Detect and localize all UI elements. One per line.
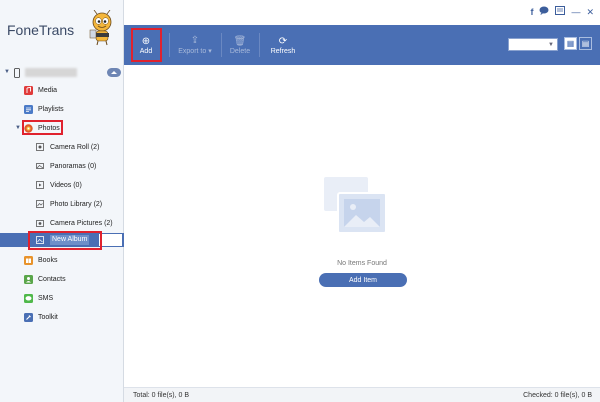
sidebar-label-panoramas: Panoramas (0) (50, 162, 97, 170)
sidebar-item-media[interactable]: Media (0, 83, 124, 97)
sidebar-label-playlists: Playlists (38, 105, 64, 113)
chat-icon[interactable] (539, 6, 549, 17)
trash-icon: 🗑︎ (233, 35, 247, 47)
books-icon (23, 255, 33, 265)
panoramas-icon (35, 161, 45, 171)
status-total: Total: 0 file(s), 0 B (133, 392, 190, 399)
no-photos-icon (324, 177, 387, 234)
sidebar-item-camera-roll[interactable]: Camera Roll (2) (0, 140, 124, 154)
sidebar-item-panoramas[interactable]: Panoramas (0) (0, 159, 124, 173)
sidebar-label-photo-library: Photo Library (2) (50, 200, 103, 208)
status-bar: Total: 0 file(s), 0 B Checked: 0 file(s)… (124, 387, 600, 402)
device-name-redacted (25, 68, 77, 77)
playlists-icon (23, 104, 33, 114)
sidebar-item-books[interactable]: Books (0, 253, 124, 267)
sms-icon (23, 293, 33, 303)
chevron-down-icon: ▼ (548, 42, 554, 48)
app-brand: FoneTrans (7, 22, 75, 38)
device-cloud-icon[interactable] (107, 68, 121, 77)
facebook-icon[interactable]: f (530, 7, 533, 17)
toolbar: ⊕ Add ⇪ Export to ▾ 🗑︎ Delete ⟳ Refresh … (124, 25, 600, 65)
add-item-button[interactable]: Add Item (319, 273, 407, 287)
export-icon: ⇪ (190, 35, 200, 46)
sidebar-item-toolkit[interactable]: Toolkit (0, 310, 124, 324)
sidebar-label-media: Media (38, 86, 58, 94)
contacts-icon (23, 274, 33, 284)
delete-button[interactable]: 🗑︎ Delete (226, 25, 254, 65)
expand-arrow-icon[interactable]: ▼ (4, 69, 10, 75)
sidebar-item-photo-library[interactable]: Photo Library (2) (0, 197, 124, 211)
refresh-button[interactable]: ⟳ Refresh (268, 25, 298, 65)
feedback-icon[interactable] (555, 6, 566, 17)
sidebar-item-sms[interactable]: SMS (0, 291, 124, 305)
highlight-photos (22, 120, 63, 135)
refresh-icon: ⟳ (278, 35, 288, 47)
highlight-new-album (28, 231, 102, 250)
media-icon (23, 85, 33, 95)
highlight-add (131, 28, 162, 62)
camera-roll-icon (35, 142, 45, 152)
phone-icon (14, 68, 20, 78)
sidebar: FoneTrans ▼ Media Playlists Photos ▼ Cam… (0, 0, 124, 402)
sidebar-label-sms: SMS (38, 294, 54, 302)
delete-button-label: Delete (229, 47, 251, 55)
sidebar-item-playlists[interactable]: Playlists (0, 102, 124, 116)
photos-expand-arrow-icon[interactable]: ▼ (15, 125, 21, 131)
export-button-label: Export to (178, 48, 207, 55)
empty-state-text: No Items Found (337, 260, 387, 267)
videos-icon (35, 180, 45, 190)
sidebar-label-videos: Videos (0) (50, 181, 82, 189)
sidebar-label-camera-roll: Camera Roll (2) (50, 143, 100, 151)
content-area: No Items Found Add Item (124, 65, 600, 387)
refresh-button-label: Refresh (270, 47, 296, 55)
status-checked: Checked: 0 file(s), 0 B (523, 392, 592, 399)
photo-library-icon (35, 199, 45, 209)
camera-pictures-icon (35, 218, 45, 228)
sidebar-label-toolkit: Toolkit (38, 313, 58, 321)
grid-view-icon[interactable]: ▦ (564, 37, 577, 50)
sidebar-label-contacts: Contacts (38, 275, 66, 283)
sidebar-label-books: Books (38, 256, 58, 264)
sidebar-item-contacts[interactable]: Contacts (0, 272, 124, 286)
device-row[interactable]: ▼ (0, 66, 124, 80)
mascot-logo (89, 10, 112, 46)
close-icon[interactable]: ✕ (586, 7, 594, 17)
filter-dropdown[interactable]: ▼ (508, 38, 558, 51)
sidebar-label-camera-pictures: Camera Pictures (2) (50, 219, 113, 227)
toolkit-icon (23, 312, 33, 322)
list-view-icon[interactable]: ▤ (579, 37, 592, 50)
minimize-icon[interactable]: — (571, 7, 580, 17)
export-to-button[interactable]: ⇪ Export to ▾ (174, 25, 216, 65)
title-bar: f — ✕ (124, 0, 600, 25)
sidebar-item-camera-pictures[interactable]: Camera Pictures (2) (0, 216, 124, 230)
sidebar-item-videos[interactable]: Videos (0) (0, 178, 124, 192)
